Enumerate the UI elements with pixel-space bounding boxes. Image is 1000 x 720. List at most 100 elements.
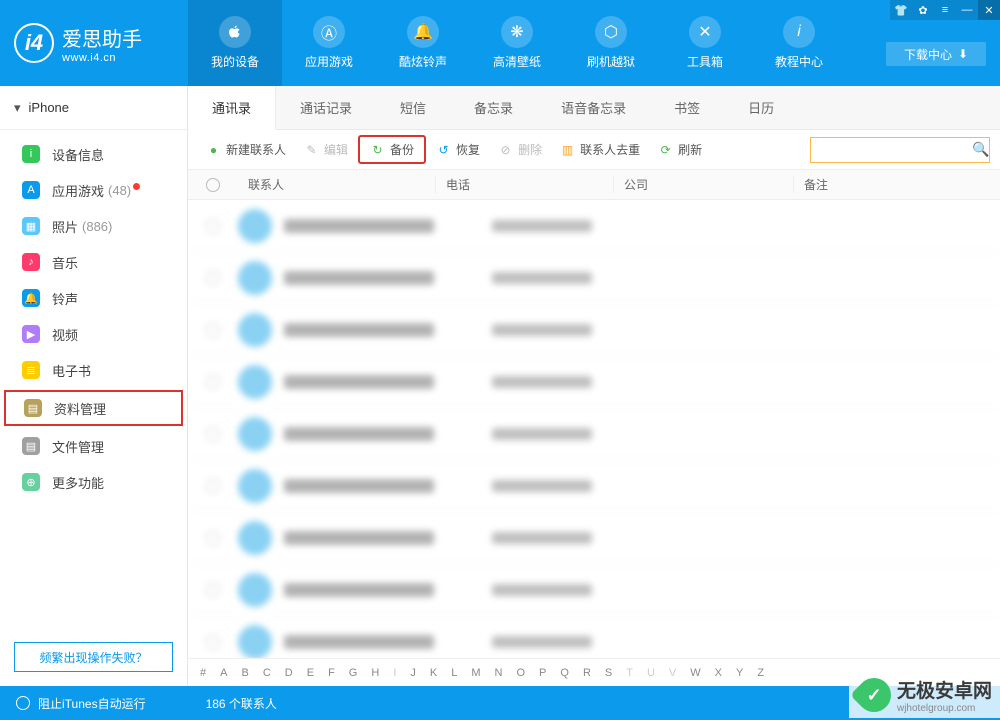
new-contact-button[interactable]: ●新建联系人: [198, 138, 294, 161]
avatar: [238, 261, 272, 295]
col-phone[interactable]: 电话: [436, 176, 614, 193]
col-note[interactable]: 备注: [794, 176, 1000, 193]
toggle-icon[interactable]: [16, 696, 30, 710]
alpha-W[interactable]: W: [690, 667, 700, 679]
sidebar-item-4[interactable]: 🔔铃声: [0, 280, 187, 316]
sidebar-item-2[interactable]: ▦照片 (886): [0, 208, 187, 244]
nav-wallpapers[interactable]: ❋高清壁纸: [470, 0, 564, 86]
sidebar-item-1[interactable]: A应用游戏 (48): [0, 172, 187, 208]
avatar: [238, 469, 272, 503]
subtab-0[interactable]: 通讯录: [188, 86, 276, 129]
nav-my-device[interactable]: 我的设备: [188, 0, 282, 86]
faq-link[interactable]: 频繁出现操作失败？: [14, 642, 173, 672]
search-input[interactable]: [817, 143, 972, 157]
alpha-R[interactable]: R: [583, 667, 591, 679]
sidebar-item-8[interactable]: ▤文件管理: [0, 428, 187, 464]
nav-jailbreak[interactable]: ⬡刷机越狱: [564, 0, 658, 86]
refresh-button[interactable]: ⟳刷新: [650, 138, 710, 161]
sidebar-icon: ▦: [22, 217, 40, 235]
sidebar-icon: A: [22, 181, 40, 199]
alpha-V[interactable]: V: [669, 667, 676, 679]
alpha-Y[interactable]: Y: [736, 667, 743, 679]
wrench-icon: ✕: [689, 16, 721, 48]
delete-button[interactable]: ⊘删除: [490, 138, 550, 161]
backup-button[interactable]: ↻备份: [358, 135, 426, 164]
download-icon: ⬇: [958, 47, 968, 61]
settings-icon[interactable]: ✿: [912, 0, 934, 20]
contact-row[interactable]: [188, 564, 1000, 616]
prevent-itunes-label[interactable]: 阻止iTunes自动运行: [38, 695, 146, 712]
contact-row[interactable]: [188, 356, 1000, 408]
alpha-#[interactable]: #: [200, 667, 206, 679]
col-company[interactable]: 公司: [614, 176, 794, 193]
search-box[interactable]: 🔍: [810, 137, 990, 163]
subtab-5[interactable]: 书签: [650, 86, 724, 129]
minimize-button[interactable]: —: [956, 0, 978, 20]
alpha-D[interactable]: D: [285, 667, 293, 679]
app-url: www.i4.cn: [62, 52, 142, 64]
sidebar-item-0[interactable]: i设备信息: [0, 136, 187, 172]
dedupe-button[interactable]: ▥联系人去重: [552, 138, 648, 161]
sidebar-item-3[interactable]: ♪音乐: [0, 244, 187, 280]
alpha-T[interactable]: T: [626, 667, 633, 679]
app-title: 爱思助手: [62, 23, 142, 52]
contact-row[interactable]: [188, 512, 1000, 564]
sidebar-item-6[interactable]: ≣电子书: [0, 352, 187, 388]
subtab-1[interactable]: 通话记录: [276, 86, 376, 129]
alpha-J[interactable]: J: [410, 667, 416, 679]
close-button[interactable]: ✕: [978, 0, 1000, 20]
alpha-S[interactable]: S: [605, 667, 612, 679]
nav-apps[interactable]: Ⓐ应用游戏: [282, 0, 376, 86]
sidebar-item-7[interactable]: ▤资料管理: [4, 390, 183, 426]
contact-row[interactable]: [188, 252, 1000, 304]
alpha-L[interactable]: L: [451, 667, 457, 679]
shirt-icon[interactable]: 👕: [890, 0, 912, 20]
col-contact[interactable]: 联系人: [238, 176, 436, 193]
alpha-E[interactable]: E: [307, 667, 314, 679]
device-selector[interactable]: ▾ iPhone: [0, 86, 187, 130]
subtab-3[interactable]: 备忘录: [450, 86, 537, 129]
edit-button[interactable]: ✎编辑: [296, 138, 356, 161]
sidebar-icon: 🔔: [22, 289, 40, 307]
bell-icon: 🔔: [407, 16, 439, 48]
contact-row[interactable]: [188, 408, 1000, 460]
select-all-checkbox[interactable]: [206, 178, 220, 192]
alpha-Q[interactable]: Q: [560, 667, 569, 679]
nav-ringtones[interactable]: 🔔酷炫铃声: [376, 0, 470, 86]
subtab-2[interactable]: 短信: [376, 86, 450, 129]
flower-icon: ❋: [501, 16, 533, 48]
nav-tutorials[interactable]: i教程中心: [752, 0, 846, 86]
contact-row[interactable]: [188, 304, 1000, 356]
alpha-O[interactable]: O: [516, 667, 525, 679]
alpha-N[interactable]: N: [495, 667, 503, 679]
sidebar-item-9[interactable]: ⊕更多功能: [0, 464, 187, 500]
alpha-G[interactable]: G: [349, 667, 358, 679]
alpha-X[interactable]: X: [715, 667, 722, 679]
logo-icon: i4: [14, 23, 54, 63]
search-icon[interactable]: 🔍: [972, 141, 989, 158]
alpha-P[interactable]: P: [539, 667, 546, 679]
download-center-button[interactable]: 下载中心 ⬇: [886, 42, 986, 66]
contact-row[interactable]: [188, 200, 1000, 252]
alpha-A[interactable]: A: [220, 667, 227, 679]
alpha-U[interactable]: U: [647, 667, 655, 679]
contact-row[interactable]: [188, 616, 1000, 658]
contact-row[interactable]: [188, 460, 1000, 512]
avatar: [238, 313, 272, 347]
menu-icon[interactable]: ≡: [934, 0, 956, 20]
alpha-B[interactable]: B: [241, 667, 248, 679]
alpha-Z[interactable]: Z: [757, 667, 764, 679]
subtab-4[interactable]: 语音备忘录: [537, 86, 650, 129]
alpha-F[interactable]: F: [328, 667, 335, 679]
info-icon: i: [783, 16, 815, 48]
alpha-C[interactable]: C: [263, 667, 271, 679]
app-icon: Ⓐ: [313, 16, 345, 48]
nav-toolbox[interactable]: ✕工具箱: [658, 0, 752, 86]
subtab-6[interactable]: 日历: [724, 86, 798, 129]
alpha-H[interactable]: H: [371, 667, 379, 679]
alpha-K[interactable]: K: [430, 667, 437, 679]
restore-button[interactable]: ↺恢复: [428, 138, 488, 161]
alpha-I[interactable]: I: [393, 667, 396, 679]
sidebar-item-5[interactable]: ▶视频: [0, 316, 187, 352]
alpha-M[interactable]: M: [471, 667, 480, 679]
